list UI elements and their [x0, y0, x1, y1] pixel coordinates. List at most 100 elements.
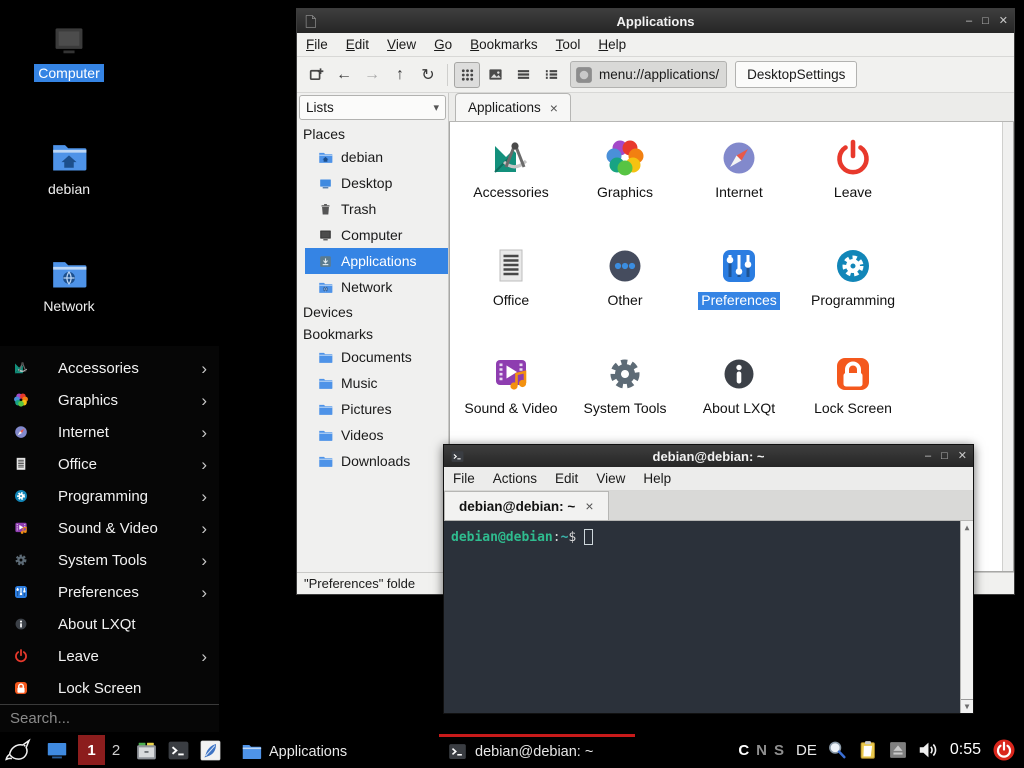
minimize-icon[interactable]: –: [925, 451, 931, 462]
menu-file[interactable]: File: [297, 33, 337, 56]
app-item-graphics[interactable]: Graphics: [568, 134, 682, 242]
sidebar-item-network[interactable]: Network: [297, 274, 448, 300]
close-icon[interactable]: ✕: [958, 451, 967, 462]
quicklaunch-featherpad-icon[interactable]: [198, 738, 223, 763]
tab-close-icon[interactable]: ×: [585, 498, 593, 514]
detailed-list-button[interactable]: [510, 62, 536, 88]
sidebar-item-desktop[interactable]: Desktop: [297, 170, 448, 196]
sidebar-item-applications[interactable]: Applications: [305, 248, 448, 274]
task-terminal[interactable]: debian@debian: ~: [439, 734, 635, 767]
app-item-office[interactable]: Office: [454, 242, 568, 350]
clipboard-icon[interactable]: [857, 739, 879, 761]
back-button[interactable]: ←: [331, 62, 357, 88]
maximize-icon[interactable]: □: [941, 451, 948, 462]
new-tab-button[interactable]: [303, 62, 329, 88]
show-desktop-icon[interactable]: [44, 737, 70, 763]
tab-close-icon[interactable]: ×: [550, 100, 558, 116]
menu-tool[interactable]: Tool: [547, 33, 590, 56]
app-item-internet[interactable]: Internet: [682, 134, 796, 242]
menu-item-accessories[interactable]: Accessories›: [0, 352, 219, 384]
submenu-arrow-icon: ›: [201, 360, 207, 377]
sidebar-item-documents[interactable]: Documents: [297, 344, 448, 370]
lxqt-menu-icon[interactable]: [4, 735, 34, 765]
fm-titlebar[interactable]: Applications – □ ✕: [297, 9, 1014, 33]
compact-view-button[interactable]: [538, 62, 564, 88]
menu-item-lock-screen[interactable]: Lock Screen: [0, 672, 219, 704]
menu-edit[interactable]: Edit: [337, 33, 378, 56]
forward-button[interactable]: →: [359, 62, 385, 88]
search-input[interactable]: [0, 710, 219, 727]
menu-item-programming[interactable]: Programming›: [0, 480, 219, 512]
terminal-scrollbar[interactable]: ▲ ▼: [960, 521, 973, 713]
menu-help[interactable]: Help: [589, 33, 635, 56]
quicklaunch-terminal-icon[interactable]: [166, 738, 191, 763]
task-applications[interactable]: Applications: [233, 734, 429, 767]
volume-icon[interactable]: [917, 739, 939, 761]
terminal-cursor: [584, 529, 593, 545]
menu-actions[interactable]: Actions: [484, 467, 546, 490]
sidebar-item-videos[interactable]: Videos: [297, 422, 448, 448]
menu-item-leave[interactable]: Leave›: [0, 640, 219, 672]
sidebar-item-trash[interactable]: Trash: [297, 196, 448, 222]
path-bar[interactable]: menu://applications/: [570, 61, 727, 88]
workspace-2-button[interactable]: 2: [105, 735, 127, 765]
scroll-down-icon[interactable]: ▼: [961, 699, 973, 713]
menu-item-system-tools[interactable]: System Tools›: [0, 544, 219, 576]
scroll-up-icon[interactable]: ▲: [965, 521, 970, 534]
close-icon[interactable]: ✕: [999, 16, 1008, 27]
reload-button[interactable]: ↻: [415, 62, 441, 88]
menu-item-about-lxqt[interactable]: About LXQt: [0, 608, 219, 640]
maximize-icon[interactable]: □: [982, 16, 989, 27]
sidebar-item-downloads[interactable]: Downloads: [297, 448, 448, 474]
workspace-1-button[interactable]: 1: [78, 735, 105, 765]
desktop-icon-debian[interactable]: debian: [19, 138, 119, 199]
menu-go[interactable]: Go: [425, 33, 461, 56]
menu-item-graphics[interactable]: Graphics›: [0, 384, 219, 416]
sound-video-icon: [487, 350, 535, 398]
app-item-programming[interactable]: Programming: [796, 242, 910, 350]
keyboard-layout-indicator[interactable]: DE: [796, 742, 817, 759]
app-item-about-lxqt[interactable]: About LXQt: [682, 350, 796, 458]
thumbnail-view-button[interactable]: [482, 62, 508, 88]
menu-view[interactable]: View: [378, 33, 425, 56]
app-item-preferences[interactable]: Preferences: [682, 242, 796, 350]
sidebar-mode-select[interactable]: Lists ▾: [299, 95, 446, 120]
vertical-scrollbar[interactable]: [1002, 122, 1013, 571]
menu-bookmarks[interactable]: Bookmarks: [461, 33, 547, 56]
sidebar-item-computer[interactable]: Computer: [297, 222, 448, 248]
menu-view[interactable]: View: [587, 467, 634, 490]
sidebar-item-debian[interactable]: debian: [297, 144, 448, 170]
menu-edit[interactable]: Edit: [546, 467, 587, 490]
sidebar-item-pictures[interactable]: Pictures: [297, 396, 448, 422]
app-item-lock-screen[interactable]: Lock Screen: [796, 350, 910, 458]
folder-icon: [317, 428, 334, 443]
terminal-content[interactable]: debian@debian:~$ ▲ ▼: [444, 521, 973, 713]
app-item-other[interactable]: Other: [568, 242, 682, 350]
removable-media-icon[interactable]: [888, 740, 908, 760]
power-button-icon[interactable]: [992, 738, 1016, 762]
menu-item-internet[interactable]: Internet›: [0, 416, 219, 448]
minimize-icon[interactable]: –: [966, 16, 972, 27]
terminal-titlebar[interactable]: debian@debian: ~ – □ ✕: [444, 445, 973, 467]
sidebar-item-music[interactable]: Music: [297, 370, 448, 396]
app-item-accessories[interactable]: Accessories: [454, 134, 568, 242]
app-item-sound-video[interactable]: Sound & Video: [454, 350, 568, 458]
icon-view-button[interactable]: [454, 62, 480, 88]
screenshot-tool-icon[interactable]: [826, 739, 848, 761]
menu-item-preferences[interactable]: Preferences›: [0, 576, 219, 608]
up-button[interactable]: ↑: [387, 62, 413, 88]
desktop-settings-button[interactable]: DesktopSettings: [735, 61, 857, 88]
app-item-leave[interactable]: Leave: [796, 134, 910, 242]
menu-item-office[interactable]: Office›: [0, 448, 219, 480]
tab-applications[interactable]: Applications ×: [455, 93, 571, 121]
clock[interactable]: 0:55: [950, 741, 981, 759]
menu-item-sound-video[interactable]: Sound & Video›: [0, 512, 219, 544]
terminal-tab[interactable]: debian@debian: ~ ×: [444, 491, 609, 520]
desktop-icon-computer[interactable]: Computer: [19, 22, 119, 83]
menu-file[interactable]: File: [444, 467, 484, 490]
desktop-icon-network[interactable]: Network: [19, 255, 119, 316]
menu-help[interactable]: Help: [634, 467, 680, 490]
quicklaunch-file-manager-icon[interactable]: [134, 738, 159, 763]
internet-icon: [12, 423, 30, 441]
app-item-system-tools[interactable]: System Tools: [568, 350, 682, 458]
